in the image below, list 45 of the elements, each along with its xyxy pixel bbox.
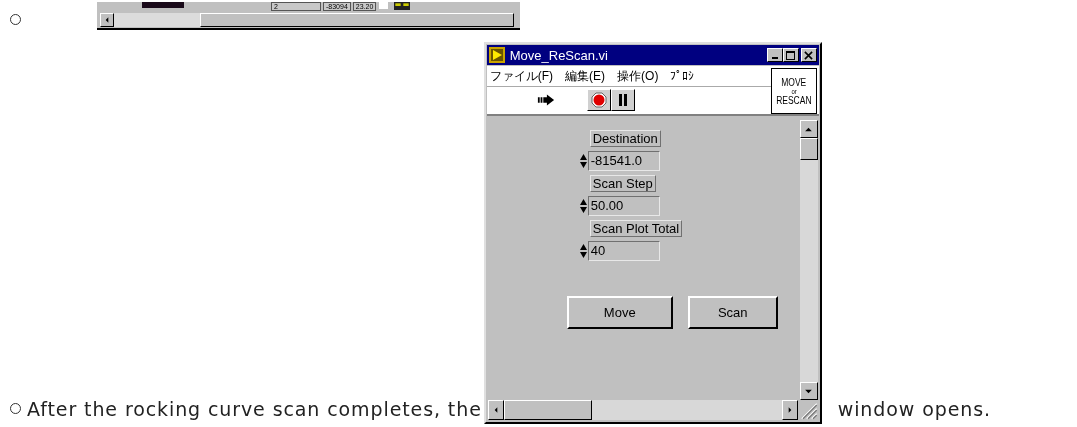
paragraph-text: After the rocking curve scan completes, the xyxy=(27,398,482,420)
window-title: Move_ReScan.vi xyxy=(509,47,609,63)
scroll-down-button[interactable] xyxy=(799,382,818,400)
up-arrow-icon xyxy=(805,126,813,132)
panel-button[interactable]: Move xyxy=(566,296,673,329)
scroll-right-button[interactable] xyxy=(781,400,798,420)
menu-item[interactable]: ﾌﾟﾛｼ xyxy=(670,69,695,83)
control-label: Destination xyxy=(589,130,661,147)
minimize-button[interactable] xyxy=(766,48,783,62)
icon-text: RESCAN xyxy=(776,94,812,106)
spinner-icon[interactable] xyxy=(579,243,587,259)
menu-item[interactable]: ファイル(F) xyxy=(489,67,554,85)
scroll-left-button[interactable] xyxy=(100,13,114,27)
plot-display xyxy=(142,2,184,8)
spinner-icon[interactable] xyxy=(579,153,587,169)
minimize-icon xyxy=(771,57,778,59)
down-arrow-icon xyxy=(805,388,813,394)
icon-text: MOVE xyxy=(781,76,807,88)
stop-button[interactable] xyxy=(586,89,611,111)
pause-button[interactable] xyxy=(610,89,635,111)
numeric-field[interactable]: -81541.0 xyxy=(587,151,660,171)
numeric-field[interactable]: 50.00 xyxy=(587,196,660,216)
numeric-field[interactable]: 40 xyxy=(587,241,660,261)
control-label: Scan Plot Total xyxy=(589,220,683,237)
menu-item[interactable]: 操作(O) xyxy=(617,67,659,85)
spinner-icon[interactable] xyxy=(579,198,587,214)
run-arrow-icon[interactable] xyxy=(536,93,555,107)
indicator-box xyxy=(379,2,389,9)
scroll-thumb[interactable] xyxy=(200,13,514,27)
close-icon xyxy=(804,50,814,60)
scroll-thumb[interactable] xyxy=(799,138,818,160)
stop-icon xyxy=(590,92,607,108)
paragraph-text: window opens. xyxy=(837,398,991,420)
maximize-icon xyxy=(786,50,796,60)
scroll-up-button[interactable] xyxy=(799,120,818,138)
right-arrow-icon xyxy=(787,407,792,413)
menu-item[interactable]: 編集(E) xyxy=(565,67,606,85)
left-arrow-icon xyxy=(493,407,498,413)
left-arrow-icon xyxy=(105,17,109,23)
close-button[interactable] xyxy=(800,48,817,62)
control-label: Scan Step xyxy=(589,175,656,192)
scroll-thumb[interactable] xyxy=(503,400,592,420)
scroll-left-button[interactable] xyxy=(487,400,504,420)
play-icon xyxy=(488,47,505,63)
panel-button[interactable]: Scan xyxy=(687,296,778,329)
